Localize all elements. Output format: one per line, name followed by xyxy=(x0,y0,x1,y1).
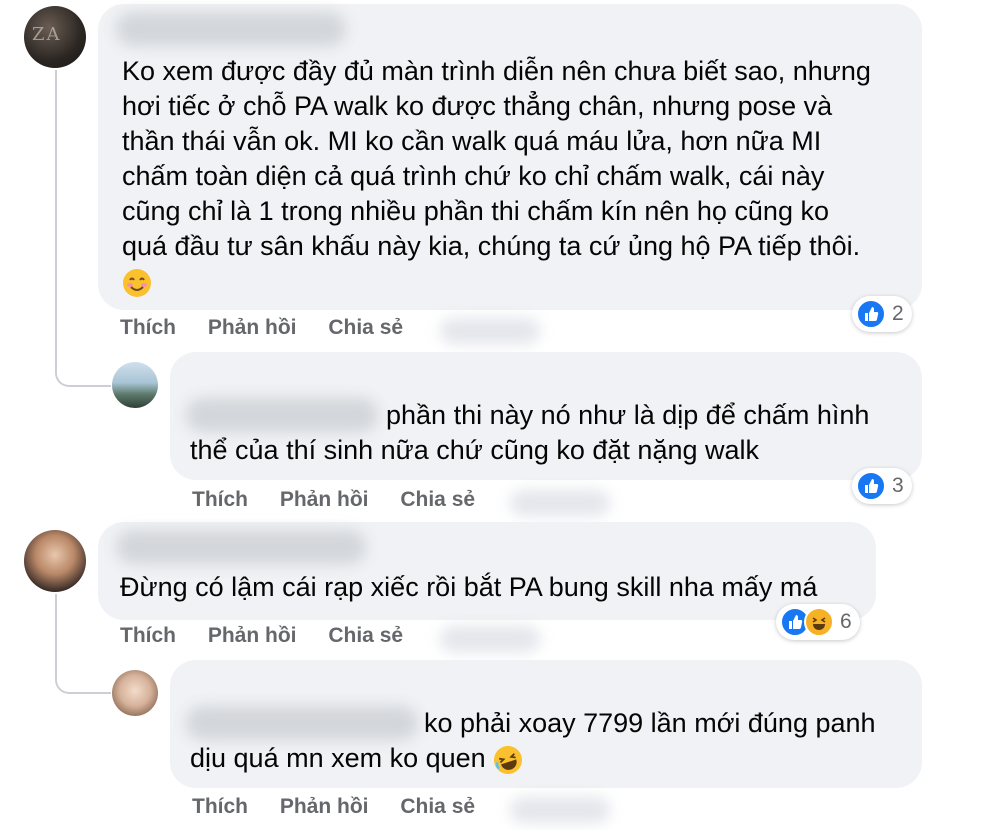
like-reaction-icon xyxy=(856,471,886,501)
comment-text: phần thi này nó như là dịp để chấm hình … xyxy=(190,400,870,465)
like-button[interactable]: Thích xyxy=(192,795,248,818)
comment-actions: Thích Phản hồi Chia sẻ xyxy=(120,316,429,340)
reply-button[interactable]: Phản hồi xyxy=(280,488,369,511)
like-button[interactable]: Thích xyxy=(120,624,176,647)
reaction-count: 6 xyxy=(840,610,852,633)
comment-actions: Thích Phản hồi Chia sẻ xyxy=(192,488,501,512)
avatar[interactable]: ZA xyxy=(24,6,86,68)
reply-button[interactable]: Phản hồi xyxy=(280,795,369,818)
comment-bubble: Đừng có lậm cái rạp xiếc rồi bắt PA bung… xyxy=(98,522,876,620)
comment-text: ko phải xoay 7799 lần mới đúng panh dịu … xyxy=(190,706,876,776)
timestamp-blurred[interactable] xyxy=(510,797,610,823)
like-button[interactable]: Thích xyxy=(120,316,176,339)
reaction-summary[interactable]: 3 xyxy=(852,468,912,504)
reaction-summary[interactable]: 6 xyxy=(776,604,860,640)
timestamp-blurred[interactable] xyxy=(440,318,540,344)
reaction-count: 3 xyxy=(892,474,904,497)
avatar[interactable] xyxy=(112,670,158,716)
share-button[interactable]: Chia sẻ xyxy=(400,795,475,818)
avatar[interactable] xyxy=(24,530,86,592)
like-reaction-icon xyxy=(856,299,886,329)
share-button[interactable]: Chia sẻ xyxy=(400,488,475,511)
timestamp-blurred[interactable] xyxy=(440,626,540,652)
haha-reaction-icon xyxy=(804,607,834,637)
author-name-blurred[interactable] xyxy=(116,12,346,46)
comment-text: Ko xem được đầy đủ màn trình diễn nên ch… xyxy=(122,54,871,299)
author-name-blurred[interactable] xyxy=(116,530,366,564)
reaction-summary[interactable]: 2 xyxy=(852,296,912,332)
like-button[interactable]: Thích xyxy=(192,488,248,511)
laughing-face-icon xyxy=(494,745,523,774)
timestamp-blurred[interactable] xyxy=(510,490,610,516)
comment-actions: Thích Phản hồi Chia sẻ xyxy=(192,795,501,819)
avatar[interactable] xyxy=(112,362,158,408)
smiling-face-icon xyxy=(123,268,151,297)
reply-button[interactable]: Phản hồi xyxy=(208,316,297,339)
share-button[interactable]: Chia sẻ xyxy=(328,316,403,339)
comment-actions: Thích Phản hồi Chia sẻ xyxy=(120,624,429,648)
share-button[interactable]: Chia sẻ xyxy=(328,624,403,647)
comment-bubble: phần thi này nó như là dịp để chấm hình … xyxy=(170,352,922,480)
reaction-count: 2 xyxy=(892,302,904,325)
comment-bubble: ko phải xoay 7799 lần mới đúng panh dịu … xyxy=(170,660,922,788)
reply-button[interactable]: Phản hồi xyxy=(208,624,297,647)
comment-bubble: Ko xem được đầy đủ màn trình diễn nên ch… xyxy=(98,4,922,310)
comment-text: Đừng có lậm cái rạp xiếc rồi bắt PA bung… xyxy=(120,572,818,602)
